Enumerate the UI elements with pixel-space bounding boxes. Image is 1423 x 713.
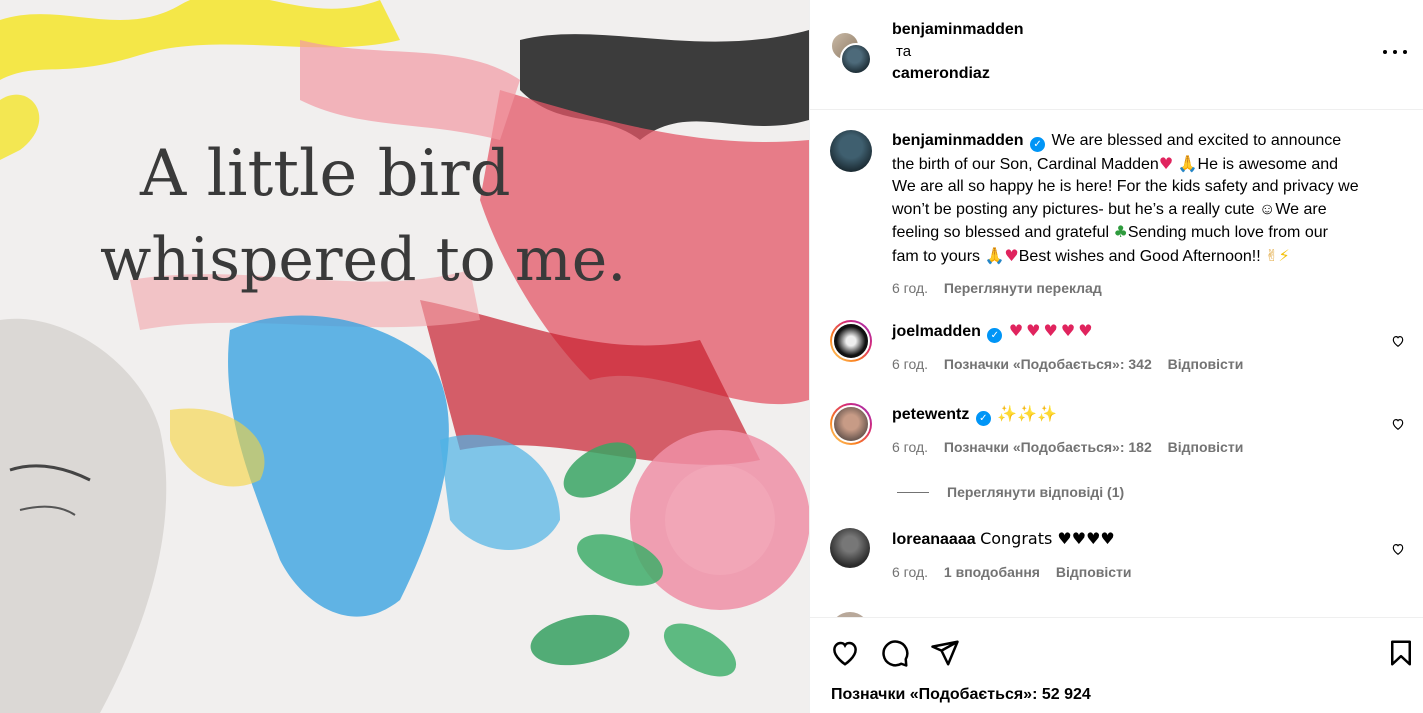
caption-line: won’t be posting any pictures- but he’s … [892,200,1327,218]
view-replies-label: Переглянути відповіді (1) [947,484,1125,500]
heart-emoji-icon: ♥ [1158,153,1174,173]
rock-hand-icon: ✌ [1265,245,1279,265]
collab-username[interactable]: camerondiaz [892,63,1024,85]
comments-list[interactable]: benjaminmadden ✓ We are blessed and exci… [810,110,1423,617]
instagram-post-view: A little bird whispered to me. benjaminm… [0,0,1423,713]
caption-username[interactable]: benjaminmadden [892,132,1024,149]
comment-likes[interactable]: 1 вподобання [944,564,1040,580]
comment-username[interactable]: petewentz [892,406,969,423]
divider [897,491,929,493]
view-replies-button[interactable]: Переглянути відповіді (1) [897,484,1124,500]
caption-text: benjaminmadden ✓ We are blessed and exci… [892,130,1413,268]
comment: joelmadden ✓ ♥♥♥♥♥ 6 год. Позначки «Подо… [830,320,1413,372]
post-header: benjaminmadden та camerondiaz [810,0,1423,110]
share-icon[interactable] [930,638,960,668]
comment: loreanaaaa Congrats ♥♥♥♥ 6 год. 1 вподоб… [830,528,1413,580]
comment-time[interactable]: 6 год. [892,356,928,372]
praying-hands-icon: 🙏 [1177,153,1198,173]
likes-count[interactable]: Позначки «Подобається»: 52 924 [831,686,1091,704]
avatar[interactable] [840,43,872,75]
like-icon[interactable] [1391,334,1405,348]
caption-line: Sending much love from our [1127,224,1328,241]
caption-time[interactable]: 6 год. [892,280,928,296]
caption-line: Best wishes and Good Afternoon!! [1018,247,1261,265]
comment-likes[interactable]: Позначки «Подобається»: 342 [944,356,1152,372]
comment-username[interactable]: joelmadden [892,323,981,340]
comment-likes[interactable]: Позначки «Подобається»: 182 [944,439,1152,455]
comment-username[interactable]: loreanaaaa [892,531,976,548]
verified-icon: ✓ [1030,137,1046,152]
comment: petewentz ✓ ✨✨✨ 6 год. Позначки «Подобає… [830,403,1413,455]
caption-line: the birth of our Son, Cardinal Madden [892,155,1159,173]
heart-emoji-icon: ♥ [1004,245,1019,265]
like-icon[interactable] [1391,542,1405,556]
translate-link[interactable]: Переглянути переклад [944,280,1102,296]
caption-line: feeling so blessed and grateful [892,224,1110,241]
artwork: A little bird whispered to me. [0,0,809,713]
caption-meta: 6 год. Переглянути переклад [892,280,1413,296]
artwork-line2: whispered to me. [100,225,626,295]
verified-icon: ✓ [975,411,991,426]
reply-button[interactable]: Відповісти [1056,564,1132,580]
comment-text: joelmadden ✓ ♥♥♥♥♥ [892,320,1413,344]
comment-icon[interactable] [880,638,910,668]
avatar[interactable] [830,528,870,568]
reply-button[interactable]: Відповісти [1168,356,1244,372]
lightning-icon: ⚡ [1278,245,1290,265]
comment-content: Congrats ♥♥♥♥ [980,529,1115,548]
comment-content: ♥♥♥♥♥ [1008,321,1096,340]
comment-meta: 6 год. Позначки «Подобається»: 182 Відпо… [892,439,1413,455]
bookmark-icon[interactable] [1386,638,1416,668]
post-actions: Позначки «Подобається»: 52 924 [810,617,1423,713]
collab-conjunction: та [896,43,912,60]
author-names: benjaminmadden та camerondiaz [892,19,1024,85]
comment-text: petewentz ✓ ✨✨✨ [892,403,1413,427]
like-icon[interactable] [1391,417,1405,431]
more-options-icon[interactable] [1383,40,1407,64]
comment-meta: 6 год. 1 вподобання Відповісти [892,564,1413,580]
caption-line: He is awesome and [1197,155,1339,173]
reply-button[interactable]: Відповісти [1168,439,1244,455]
comment-time[interactable]: 6 год. [892,439,928,455]
caption: benjaminmadden ✓ We are blessed and exci… [830,130,1413,296]
praying-hands-icon: 🙏 [984,245,1005,265]
comment-text: loreanaaaa Congrats ♥♥♥♥ [892,528,1413,552]
avatar[interactable] [830,403,872,445]
avatar[interactable] [830,320,872,362]
comment-content: ✨✨✨ [997,404,1058,423]
post-side-panel: benjaminmadden та camerondiaz benjaminma… [809,0,1423,713]
clover-icon: ♣ [1113,222,1128,241]
avatar[interactable] [830,130,872,172]
comment-time[interactable]: 6 год. [892,564,928,580]
caption-line: fam to yours [892,247,981,265]
post-image[interactable]: A little bird whispered to me. [0,0,809,713]
comment-meta: 6 год. Позначки «Подобається»: 342 Відпо… [892,356,1413,372]
artwork-line1: A little bird [139,137,511,211]
verified-icon: ✓ [987,328,1003,343]
author-avatars[interactable] [830,31,874,75]
caption-line: We are blessed and excited to announce [1051,132,1342,149]
like-icon[interactable] [830,638,860,668]
author-username[interactable]: benjaminmadden [892,19,1024,41]
caption-line: We are all so happy he is here! For the … [892,178,1359,195]
